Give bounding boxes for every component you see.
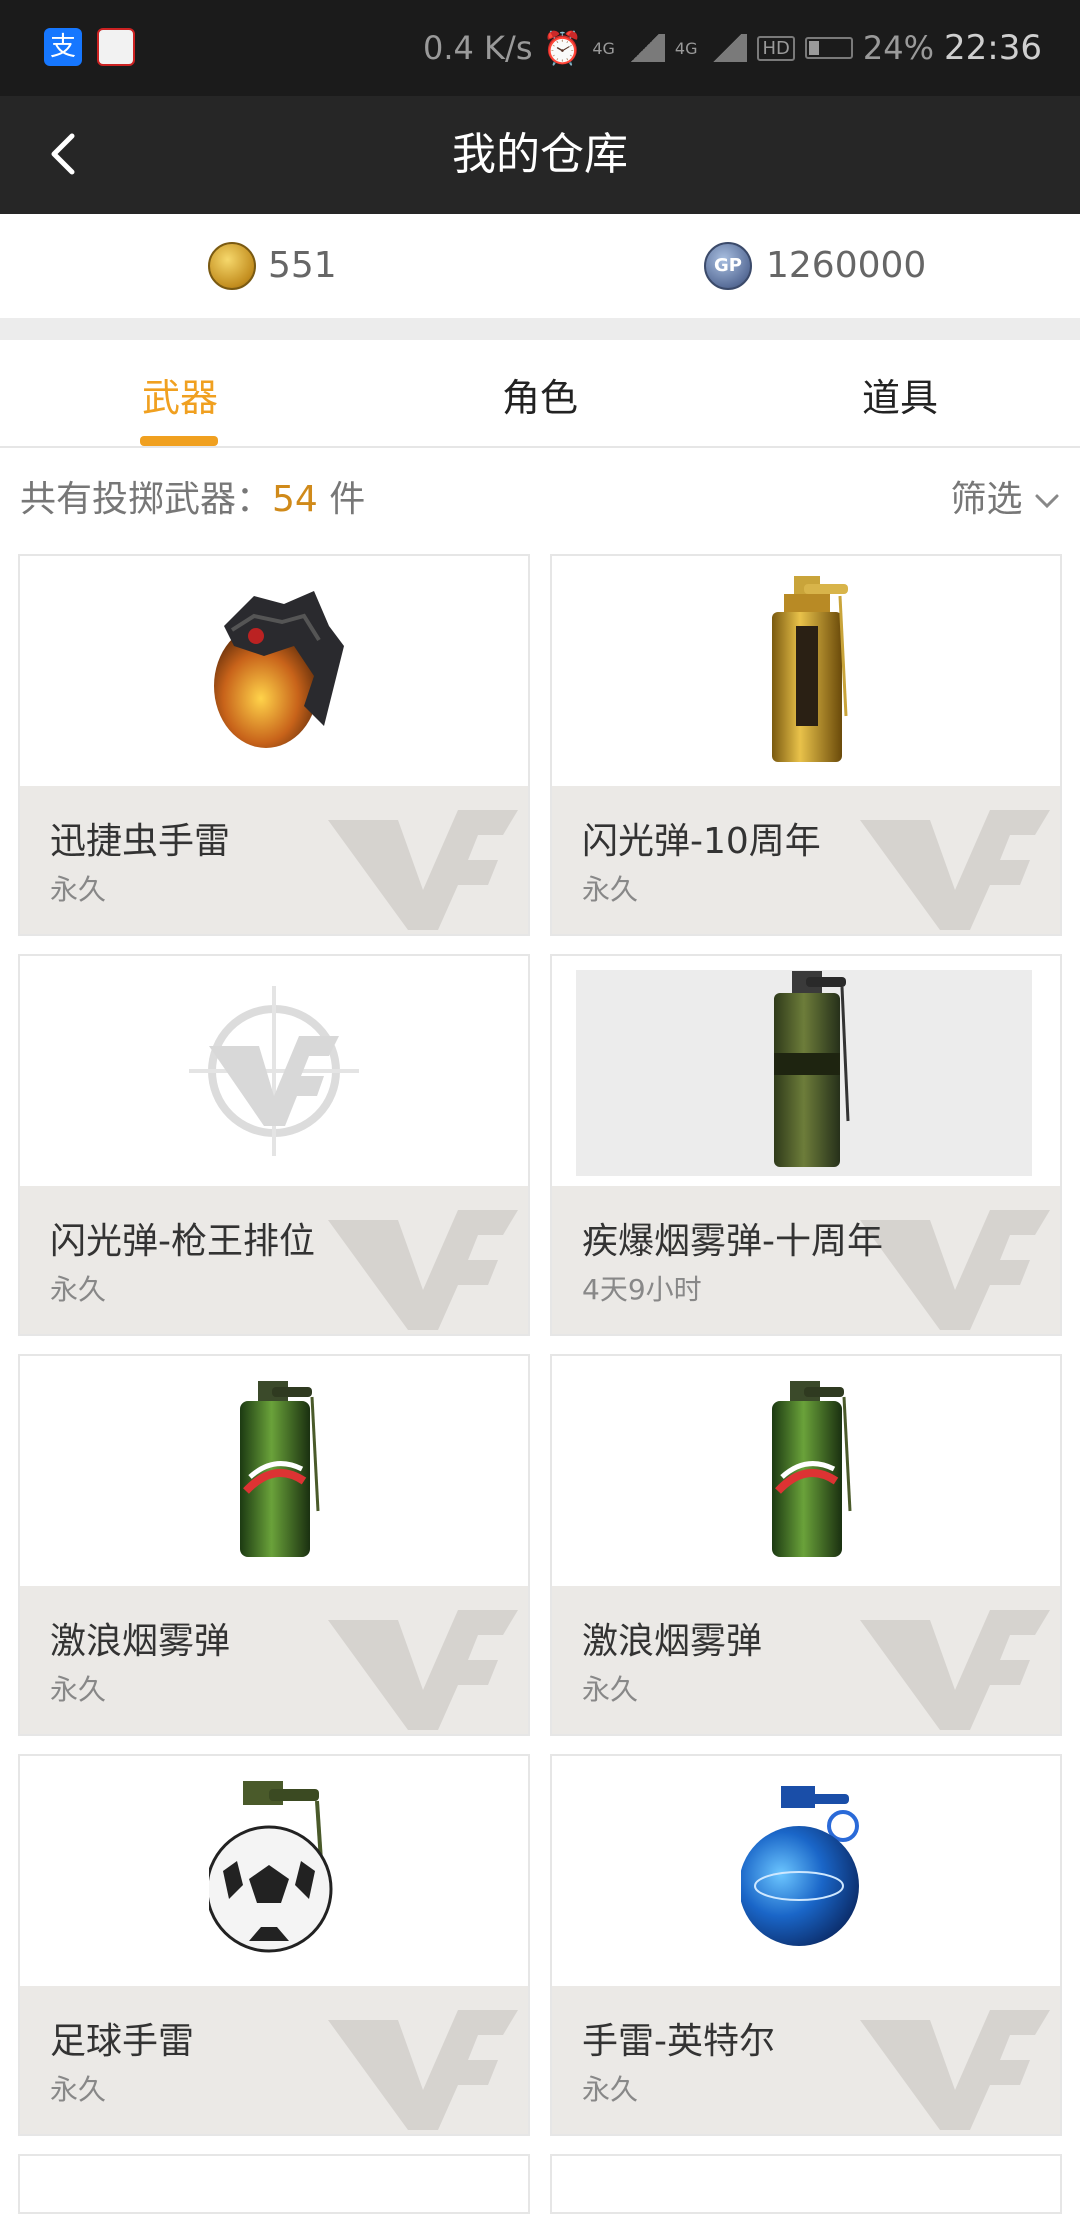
item-info: 激浪烟雾弹 永久	[552, 1586, 1060, 1734]
item-duration: 永久	[50, 2073, 107, 2106]
item-card[interactable]: 疾爆烟雾弹-十周年 4天9小时	[550, 954, 1062, 1336]
signal-icon	[624, 34, 665, 62]
cf-watermark-icon	[328, 1210, 518, 1330]
summary-suffix: 件	[317, 479, 366, 520]
summary-prefix: 共有投掷武器：	[20, 479, 273, 520]
item-image	[20, 556, 528, 786]
item-count-summary: 共有投掷武器：54 件	[20, 470, 365, 522]
item-info: 手雷-英特尔 永久	[552, 1986, 1060, 2134]
item-card[interactable]: 手雷-英特尔 永久	[550, 1754, 1062, 2136]
item-duration: 4天9小时	[582, 1273, 702, 1306]
hd-icon: HD	[757, 35, 795, 61]
alarm-icon: ⏰	[542, 29, 583, 67]
item-name: 激浪烟雾弹	[50, 1621, 231, 1662]
item-duration: 永久	[50, 1673, 107, 1706]
filter-label: 筛选	[950, 479, 1023, 520]
currency-bar: 551 GP 1260000	[0, 214, 1080, 318]
status-right: 0.4 K/s ⏰ 4G 4G HD 24% 22:36	[423, 26, 1042, 70]
item-card[interactable]: 激浪烟雾弹 永久	[550, 1354, 1062, 1736]
cf-placeholder-icon	[189, 986, 359, 1156]
section-divider	[0, 318, 1080, 340]
chevron-down-icon	[1035, 494, 1059, 509]
item-info: 足球手雷 永久	[20, 1986, 528, 2134]
item-image	[552, 556, 1060, 786]
mountain-dew-grenade-icon	[772, 1381, 852, 1557]
battery-icon	[804, 37, 853, 59]
item-name: 闪光弹-10周年	[582, 821, 821, 862]
intel-grenade-icon	[741, 1786, 859, 1946]
item-name: 激浪烟雾弹	[582, 1621, 763, 1662]
title-bar: 我的仓库	[0, 96, 1080, 214]
item-name: 疾爆烟雾弹-十周年	[582, 1221, 883, 1262]
item-card[interactable]: 足球手雷 永久	[18, 1754, 530, 2136]
item-duration: 永久	[50, 1273, 107, 1306]
filter-button[interactable]: 筛选	[951, 470, 1060, 522]
network-type-1: 4G	[592, 38, 615, 58]
status-bar: 支 0.4 K/s ⏰ 4G 4G HD 24% 22:36	[0, 0, 1080, 96]
item-duration: 永久	[582, 873, 639, 906]
bug-grenade-icon	[214, 591, 344, 748]
alipay-icon: 支	[44, 28, 82, 66]
gold-flash-grenade-icon	[772, 576, 848, 762]
item-card[interactable]: 闪光弹-枪王排位 永久	[18, 954, 530, 1336]
tab-characters[interactable]: 角色	[360, 340, 720, 456]
item-image	[20, 956, 528, 1186]
network-speed: 0.4 K/s	[422, 29, 533, 67]
item-image	[552, 1756, 1060, 1986]
item-image	[20, 1756, 528, 1986]
cf-watermark-icon	[860, 2010, 1050, 2130]
item-duration: 永久	[50, 873, 107, 906]
clock: 22:36	[944, 28, 1042, 68]
item-card[interactable]: 激浪烟雾弹 永久	[18, 1354, 530, 1736]
item-info: 闪光弹-枪王排位 永久	[20, 1186, 528, 1334]
item-card[interactable]	[550, 2154, 1062, 2214]
item-card[interactable]: 迅捷虫手雷 永久	[18, 554, 530, 936]
item-info: 疾爆烟雾弹-十周年 4天9小时	[552, 1186, 1060, 1334]
item-duration: 永久	[582, 1673, 639, 1706]
football-grenade-icon	[209, 1781, 333, 1953]
item-name: 手雷-英特尔	[582, 2021, 775, 2062]
item-image	[552, 956, 1060, 1186]
mountain-dew-grenade-icon	[240, 1381, 320, 1557]
item-image	[552, 1356, 1060, 1586]
game-app-icon	[97, 28, 135, 66]
item-name: 足球手雷	[50, 2021, 195, 2062]
item-info: 闪光弹-10周年 永久	[552, 786, 1060, 934]
item-name: 闪光弹-枪王排位	[50, 1221, 315, 1262]
cf-watermark-icon	[860, 1610, 1050, 1730]
item-image	[20, 1356, 528, 1586]
category-tabs: 武器 角色 道具	[0, 340, 1080, 448]
item-card[interactable]	[18, 2154, 530, 2214]
item-info: 激浪烟雾弹 永久	[20, 1586, 528, 1734]
signal-icon-2	[707, 34, 748, 62]
cf-watermark-icon	[328, 810, 518, 930]
item-info: 迅捷虫手雷 永久	[20, 786, 528, 934]
item-name: 迅捷虫手雷	[50, 821, 231, 862]
item-card[interactable]: 闪光弹-10周年 永久	[550, 554, 1062, 936]
gp-coin-icon: GP	[704, 242, 752, 290]
cf-watermark-icon	[328, 1610, 518, 1730]
cf-watermark-icon	[328, 2010, 518, 2130]
cf-watermark-icon	[860, 810, 1050, 930]
tab-items[interactable]: 道具	[720, 340, 1080, 456]
item-duration: 永久	[582, 2073, 639, 2106]
cf-watermark-icon	[860, 1210, 1050, 1330]
page-title: 我的仓库	[452, 129, 628, 180]
cf-coin-icon	[208, 242, 256, 290]
cf-points: 551	[268, 245, 337, 286]
active-tab-indicator	[140, 436, 218, 446]
item-count: 54	[272, 479, 318, 520]
green-smoke-grenade-icon	[774, 971, 850, 1167]
gp-points: 1260000	[766, 245, 927, 286]
network-type-2: 4G	[674, 38, 698, 58]
battery-percent: 24%	[862, 29, 935, 67]
